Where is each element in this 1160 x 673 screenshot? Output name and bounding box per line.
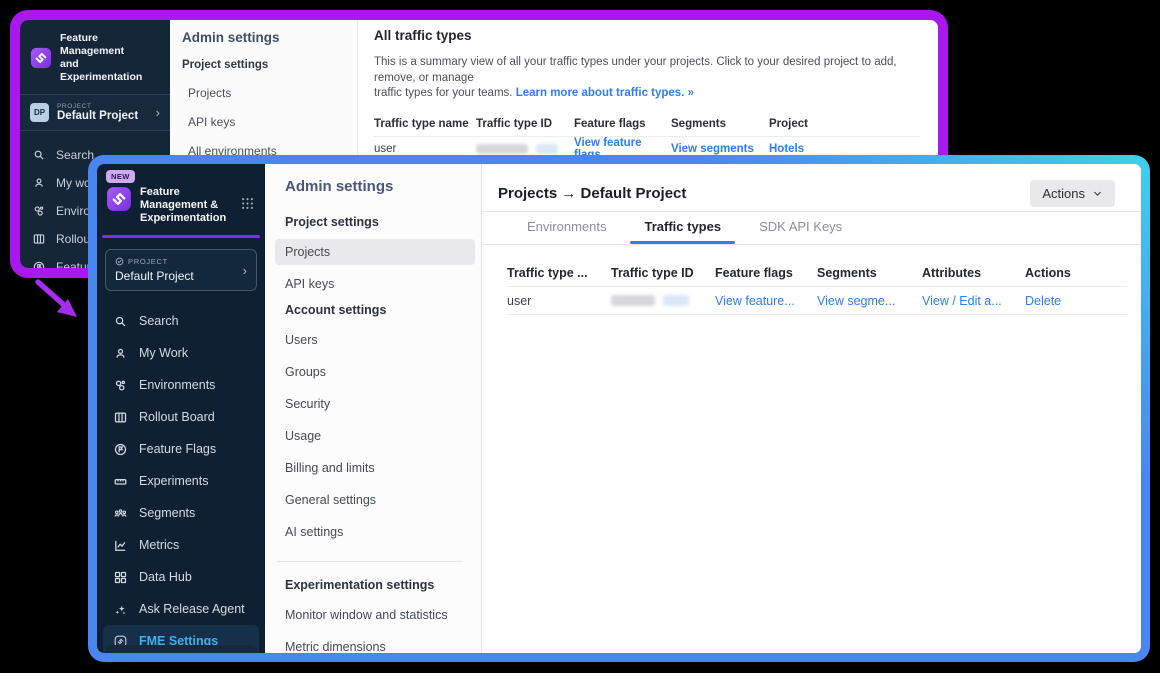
board-icon xyxy=(32,232,46,246)
flag-circle-icon xyxy=(113,442,128,457)
section-project-settings: Project settings xyxy=(285,215,471,229)
sidebar-item-metrics[interactable]: Metrics xyxy=(97,529,265,561)
chevron-right-icon: › xyxy=(243,263,247,278)
project-name: Default Project xyxy=(115,269,194,283)
admin-item-api-keys[interactable]: API keys xyxy=(275,271,469,297)
table-header-row: Traffic type ... Traffic type ID Feature… xyxy=(507,259,1127,287)
admin-item-general-settings[interactable]: General settings xyxy=(275,487,469,513)
front-app-logo-row: Feature Management & Experimentation xyxy=(97,164,265,233)
tab-environments[interactable]: Environments xyxy=(527,219,606,244)
sidebar-item-experiments[interactable]: Experiments xyxy=(97,465,265,497)
admin-item-groups[interactable]: Groups xyxy=(275,359,469,385)
sidebar-item-ask-release-agent[interactable]: Ask Release Agent xyxy=(97,593,265,625)
sidebar-item-search[interactable]: Search xyxy=(97,305,265,337)
front-project-selector[interactable]: PROJECT Default Project › xyxy=(105,249,257,291)
redacted-traffic-id xyxy=(611,295,715,306)
admin-item-security[interactable]: Security xyxy=(275,391,469,417)
project-name: Default Project xyxy=(57,110,138,122)
admin-item-projects[interactable]: Projects xyxy=(275,239,475,265)
view-segments-link[interactable]: View segme... xyxy=(817,294,895,308)
foreground-window: NEW Feature Management & Experimentation xyxy=(88,155,1150,662)
admin-item-users[interactable]: Users xyxy=(275,327,469,353)
divider xyxy=(277,561,463,562)
front-app-title-line1: Feature xyxy=(140,186,226,199)
back-admin-item-api-keys[interactable]: API keys xyxy=(180,110,347,134)
sidebar-item-partial xyxy=(105,645,257,653)
flag-circle-icon xyxy=(32,260,46,274)
sidebar-item-my-work[interactable]: My Work xyxy=(97,337,265,369)
chevron-down-icon xyxy=(1092,188,1103,199)
sidebar-item-segments[interactable]: Segments xyxy=(97,497,265,529)
table-header-row: Traffic type name Traffic type ID Featur… xyxy=(374,112,920,137)
back-section-project-settings: Project settings xyxy=(182,59,347,71)
sidebar-item-data-hub[interactable]: Data Hub xyxy=(97,561,265,593)
sidebar-item-rollout-board[interactable]: Rollout Board xyxy=(97,401,265,433)
search-icon xyxy=(32,148,46,162)
back-admin-title: Admin settings xyxy=(182,30,347,45)
front-sidebar-menu: Search My Work Environments Rollout Boar… xyxy=(97,305,265,653)
admin-item-billing-and-limits[interactable]: Billing and limits xyxy=(275,455,469,481)
section-account-settings: Account settings xyxy=(285,303,471,317)
back-app-title-line1: Feature Management xyxy=(60,32,162,58)
person-icon xyxy=(113,346,128,361)
tab-bar: Environments Traffic types SDK API Keys xyxy=(482,212,1141,245)
redacted-traffic-id xyxy=(476,144,574,154)
board-icon xyxy=(113,410,128,425)
section-experimentation-settings: Experimentation settings xyxy=(285,578,471,592)
admin-item-monitor-window[interactable]: Monitor window and statistics xyxy=(275,602,469,628)
admin-item-metric-dimensions[interactable]: Metric dimensions xyxy=(275,634,469,653)
split-logo-icon xyxy=(106,186,132,212)
sidebar-item-environments[interactable]: Environments xyxy=(97,369,265,401)
front-sidebar: NEW Feature Management & Experimentation xyxy=(97,164,265,653)
annotation-arrow xyxy=(30,276,90,328)
front-admin-panel: Admin settings Project settings Projects… xyxy=(265,164,482,653)
table-row: user View feature... View segme... View … xyxy=(507,287,1127,315)
segments-people-icon xyxy=(113,506,128,521)
view-segments-link[interactable]: View segments xyxy=(671,143,754,155)
front-admin-title: Admin settings xyxy=(285,178,471,195)
actions-button[interactable]: Actions xyxy=(1030,180,1115,207)
accent-underline xyxy=(102,235,260,238)
project-label: PROJECT xyxy=(57,103,138,110)
admin-item-ai-settings[interactable]: AI settings xyxy=(275,519,469,545)
split-logo-icon xyxy=(30,47,52,69)
learn-more-link[interactable]: Learn more about traffic types. » xyxy=(516,87,694,99)
environments-icon xyxy=(32,204,46,218)
front-main-content: Projects → Default Project Actions Envir… xyxy=(482,164,1141,653)
breadcrumb: Projects → Default Project xyxy=(498,185,686,202)
project-check-icon xyxy=(115,257,124,266)
tab-sdk-api-keys[interactable]: SDK API Keys xyxy=(759,219,842,244)
chevron-right-icon: › xyxy=(156,105,160,120)
sparkle-icon xyxy=(113,602,128,617)
back-app-logo-row: Feature Management and Experimentation xyxy=(20,20,170,94)
delete-link[interactable]: Delete xyxy=(1025,294,1061,308)
back-project-selector[interactable]: DP PROJECT Default Project › xyxy=(20,94,170,131)
back-page-title: All traffic types xyxy=(374,28,920,43)
tab-traffic-types[interactable]: Traffic types xyxy=(644,219,721,244)
data-hub-grid-icon xyxy=(113,570,128,585)
sidebar-item-feature-flags[interactable]: Feature Flags xyxy=(97,433,265,465)
front-app-title-line3: Experimentation xyxy=(140,212,226,225)
back-app-title-line2: and Experimentation xyxy=(60,58,162,84)
view-feature-flags-link[interactable]: View feature... xyxy=(715,294,795,308)
project-badge: DP xyxy=(30,103,49,122)
front-traffic-types-table: Traffic type ... Traffic type ID Feature… xyxy=(507,259,1141,315)
person-icon xyxy=(32,176,46,190)
back-admin-item-projects[interactable]: Projects xyxy=(180,81,347,105)
project-link[interactable]: Hotels xyxy=(769,143,804,155)
admin-item-usage[interactable]: Usage xyxy=(275,423,469,449)
back-description: This is a summary view of all your traff… xyxy=(374,55,920,102)
main-header: Projects → Default Project Actions xyxy=(482,164,1141,211)
metrics-chart-icon xyxy=(113,538,128,553)
front-app-title-line2: Management & xyxy=(140,199,226,212)
search-icon xyxy=(113,314,128,329)
experiments-icon xyxy=(113,474,128,489)
environments-icon xyxy=(113,378,128,393)
app-launcher-grid-icon[interactable] xyxy=(240,196,255,211)
canvas: Feature Management and Experimentation D… xyxy=(0,0,1160,673)
view-edit-attributes-link[interactable]: View / Edit a... xyxy=(922,294,1002,308)
